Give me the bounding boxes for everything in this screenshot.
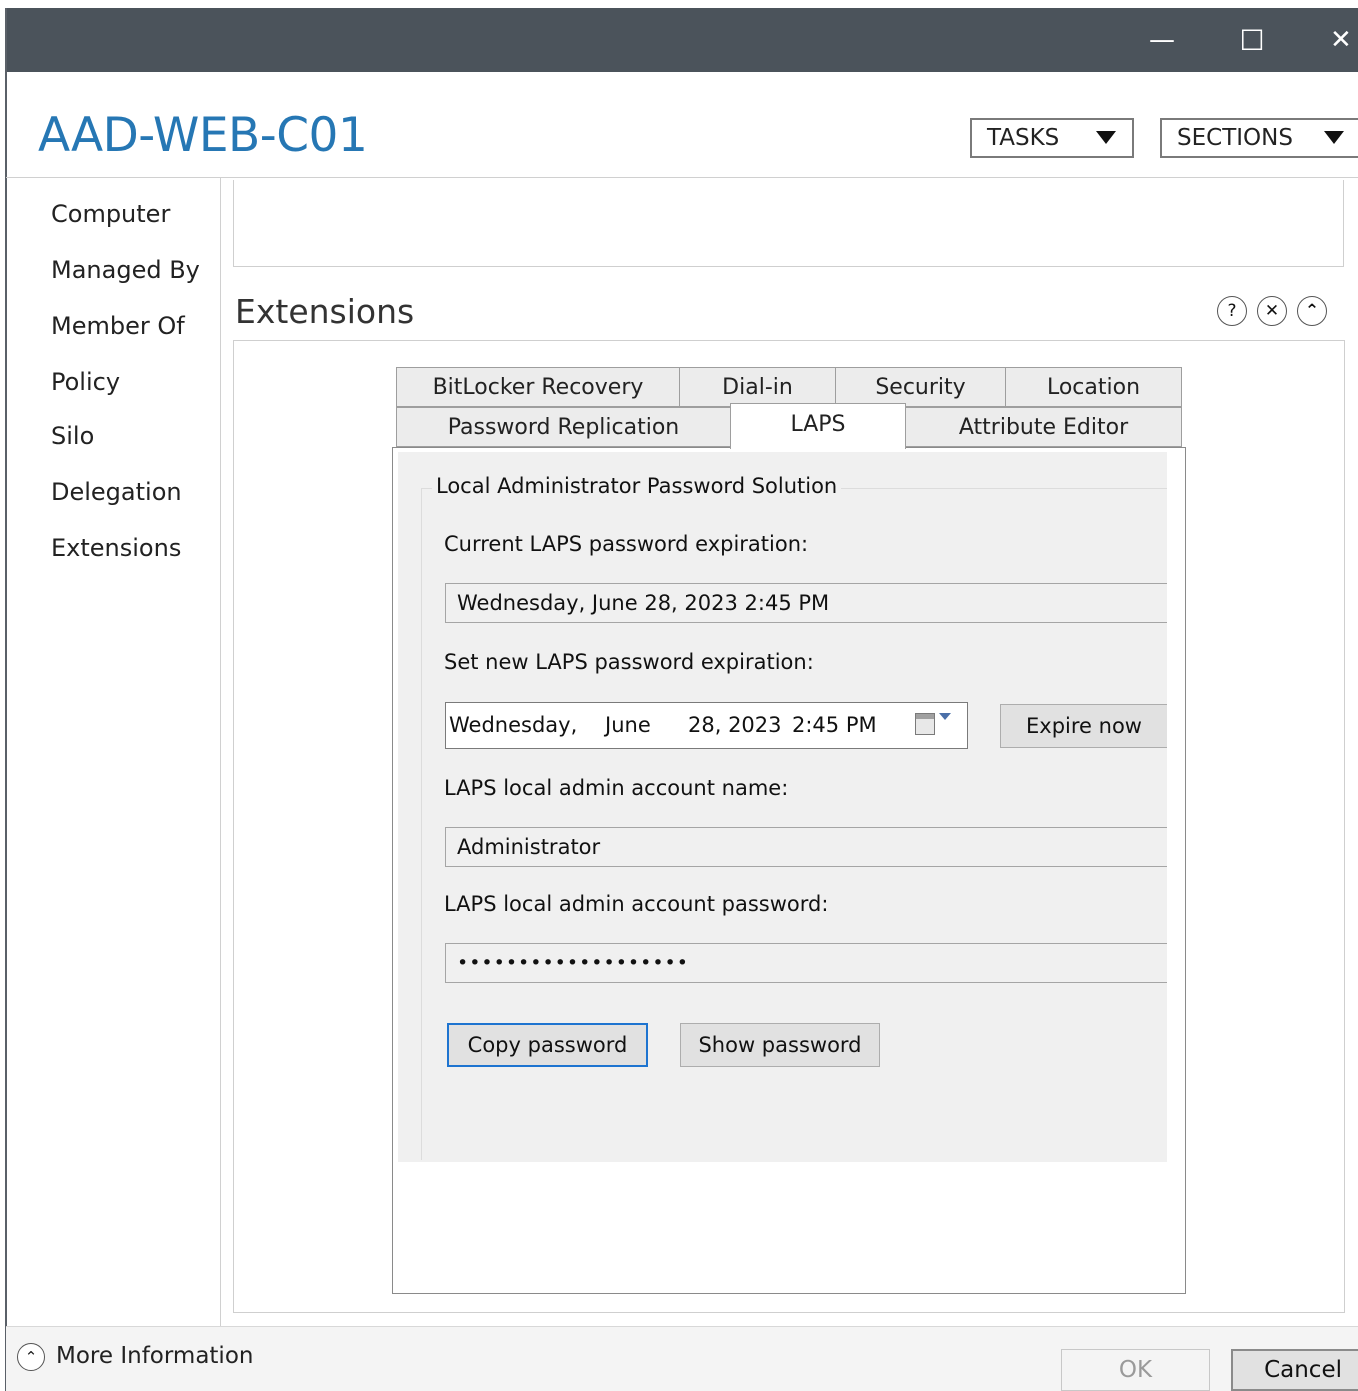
account-name-label: LAPS local admin account name: xyxy=(444,776,789,800)
maximize-icon[interactable]: ☐ xyxy=(1222,8,1282,72)
tab-location[interactable]: Location xyxy=(1005,367,1182,407)
nav-item-managed-by[interactable]: Managed By xyxy=(51,256,200,284)
groupbox-border-left xyxy=(421,488,422,1160)
new-expiration-label: Set new LAPS password expiration: xyxy=(444,650,814,674)
close-section-icon[interactable]: ✕ xyxy=(1257,296,1287,326)
date-month[interactable]: June xyxy=(605,713,651,737)
tab-dial-in[interactable]: Dial-in xyxy=(679,367,836,407)
chevron-down-icon[interactable] xyxy=(939,713,951,720)
cancel-button[interactable]: Cancel xyxy=(1231,1349,1358,1391)
nav-item-delegation[interactable]: Delegation xyxy=(51,478,182,506)
current-expiration-label: Current LAPS password expiration: xyxy=(444,532,809,556)
chevron-down-icon xyxy=(1096,131,1116,144)
tab-password-replication[interactable]: Password Replication xyxy=(396,407,731,447)
nav-item-policy[interactable]: Policy xyxy=(51,368,120,396)
copy-password-button[interactable]: Copy password xyxy=(447,1023,648,1067)
header-divider xyxy=(6,177,1358,178)
tab-security[interactable]: Security xyxy=(835,367,1006,407)
tasks-dropdown[interactable]: TASKS xyxy=(970,118,1134,158)
password-field[interactable]: ••••••••••••••••••• xyxy=(445,943,1167,983)
nav-item-silo[interactable]: Silo xyxy=(51,422,94,450)
date-day-year[interactable]: 28, 2023 xyxy=(688,713,782,737)
password-label: LAPS local admin account password: xyxy=(444,892,829,916)
tab-laps[interactable]: LAPS xyxy=(730,403,906,449)
sections-dropdown[interactable]: SECTIONS xyxy=(1160,118,1358,158)
window-left-border xyxy=(5,8,7,1391)
extensions-heading: Extensions xyxy=(235,292,415,331)
ok-button[interactable]: OK xyxy=(1061,1349,1210,1391)
nav-divider xyxy=(220,178,221,1326)
groupbox-title: Local Administrator Password Solution xyxy=(432,474,842,498)
date-weekday[interactable]: Wednesday, xyxy=(449,713,577,737)
close-window-icon[interactable]: ✕ xyxy=(1312,8,1358,72)
tab-bitlocker-recovery[interactable]: BitLocker Recovery xyxy=(396,367,680,407)
expiration-date-picker[interactable]: Wednesday, June 28, 2023 2:45 PM xyxy=(445,702,968,749)
page-title: AAD-WEB-C01 xyxy=(38,108,368,163)
more-information-link[interactable]: More Information xyxy=(56,1343,253,1369)
expire-now-button[interactable]: Expire now xyxy=(1000,704,1167,748)
account-name-field[interactable]: Administrator xyxy=(445,827,1167,867)
nav-item-computer[interactable]: Computer xyxy=(51,200,170,228)
expand-more-info-icon[interactable]: ⌃ xyxy=(17,1343,45,1371)
tasks-label: TASKS xyxy=(987,125,1060,151)
minimize-icon[interactable]: — xyxy=(1132,8,1192,72)
nav-item-member-of[interactable]: Member Of xyxy=(51,312,185,340)
date-time[interactable]: 2:45 PM xyxy=(792,713,877,737)
collapse-section-icon[interactable]: ⌃ xyxy=(1297,296,1327,326)
tab-attribute-editor[interactable]: Attribute Editor xyxy=(905,407,1182,447)
previous-section-box xyxy=(233,180,1344,267)
show-password-button[interactable]: Show password xyxy=(680,1023,880,1067)
help-icon[interactable]: ? xyxy=(1217,296,1247,326)
calendar-icon[interactable] xyxy=(915,713,935,735)
current-expiration-field[interactable]: Wednesday, June 28, 2023 2:45 PM xyxy=(445,583,1167,623)
window-titlebar: — ☐ ✕ xyxy=(6,8,1358,72)
chevron-down-icon xyxy=(1324,131,1344,144)
sections-label: SECTIONS xyxy=(1177,125,1293,151)
nav-item-extensions[interactable]: Extensions xyxy=(51,534,181,562)
